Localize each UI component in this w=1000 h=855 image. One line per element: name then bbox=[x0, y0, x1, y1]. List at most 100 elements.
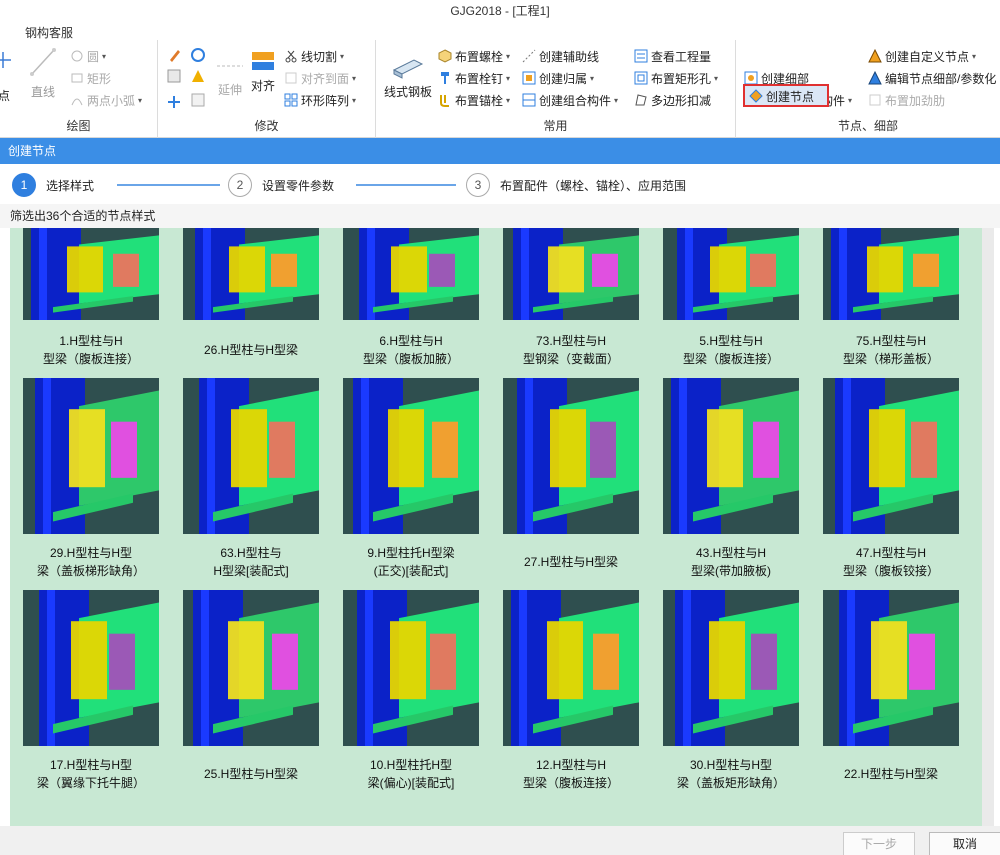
node-caption: 73.H型柱与H 型钢梁（变截面） bbox=[496, 332, 646, 368]
node-thumbnail[interactable] bbox=[183, 228, 319, 320]
node-thumbnail[interactable] bbox=[663, 228, 799, 320]
node-thumbnail[interactable] bbox=[183, 590, 319, 746]
node-caption: 6.H型柱与H 型梁（腹板加腋） bbox=[336, 332, 486, 368]
next-button[interactable]: 下一步 bbox=[843, 832, 915, 855]
line-icon bbox=[30, 48, 56, 76]
node-thumbnail[interactable] bbox=[343, 378, 479, 534]
create-node-label: 创建节点 bbox=[766, 89, 815, 104]
gallery-scrollbar[interactable] bbox=[982, 228, 994, 826]
node-thumbnail[interactable] bbox=[343, 590, 479, 746]
two-point-arc-button[interactable]: 两点小弧 ▾ bbox=[70, 90, 142, 110]
chevron-down-icon: ▾ bbox=[590, 73, 595, 83]
align-icon bbox=[252, 52, 274, 70]
menu-bar: 钢构客服 bbox=[0, 22, 1000, 40]
group-icon bbox=[522, 71, 536, 85]
chevron-down-icon: ▾ bbox=[340, 51, 345, 61]
node-thumbnail[interactable] bbox=[823, 590, 959, 746]
node-thumbnail[interactable] bbox=[503, 378, 639, 534]
ring-array-label: 环形阵列 bbox=[301, 93, 350, 108]
modify-tools-icon bbox=[167, 48, 205, 108]
chevron-down-icon: ▾ bbox=[848, 95, 853, 105]
step-connector bbox=[356, 184, 456, 186]
quantity-icon bbox=[634, 49, 648, 63]
create-group-button[interactable]: 创建归属 ▾ bbox=[522, 68, 594, 88]
node-thumbnail[interactable] bbox=[503, 590, 639, 746]
edit-node-icon bbox=[868, 71, 882, 85]
node-caption-line1: 29.H型柱与H型 bbox=[49, 546, 132, 560]
step-1-number: 1 bbox=[12, 173, 36, 197]
node-caption-line1: 30.H型柱与H型 bbox=[689, 758, 772, 772]
place-anchor-button[interactable]: 布置锚栓 ▾ bbox=[438, 90, 510, 110]
rect-hole-icon bbox=[634, 71, 648, 85]
create-node-content: 创建节点 bbox=[749, 86, 814, 106]
chevron-down-icon: ▾ bbox=[506, 73, 511, 83]
node-caption-line2: 型梁（梯形盖板） bbox=[842, 352, 939, 366]
detail-icon bbox=[744, 71, 758, 85]
align-button[interactable]: 对齐 bbox=[246, 48, 280, 94]
chevron-down-icon: ▾ bbox=[506, 95, 511, 105]
node-thumbnail[interactable] bbox=[23, 378, 159, 534]
point-label: 点 bbox=[0, 89, 10, 103]
rect-hole-label: 布置矩形孔 bbox=[651, 71, 712, 86]
place-stud-button[interactable]: 布置栓钉 ▾ bbox=[438, 68, 510, 88]
node-thumbnail[interactable] bbox=[503, 228, 639, 320]
rect-label: 矩形 bbox=[87, 71, 112, 86]
node-thumbnail[interactable] bbox=[183, 378, 319, 534]
place-stiffener-button[interactable]: 布置加劲肋 bbox=[868, 90, 945, 110]
node-thumbnail[interactable] bbox=[663, 378, 799, 534]
create-aux-line-button[interactable]: 创建辅助线 bbox=[522, 46, 599, 66]
node-gallery: 1.H型柱与H 型梁（腹板连接） 26.H型柱与H型梁 6.H型柱与H 型梁（腹板加腋）… bbox=[10, 228, 994, 826]
line-steel-plate-button[interactable]: 线式钢板 bbox=[380, 52, 436, 100]
create-custom-node-button[interactable]: 创建自定义节点 ▾ bbox=[868, 46, 976, 66]
create-node-button[interactable]: 创建节点 bbox=[743, 84, 829, 107]
node-thumbnail[interactable] bbox=[823, 228, 959, 320]
line-cut-button[interactable]: 线切割 ▾ bbox=[284, 46, 344, 66]
chevron-down-icon: ▾ bbox=[714, 73, 719, 83]
check-quantity-button[interactable]: 查看工程量 bbox=[634, 46, 711, 66]
circle-button[interactable]: 圆 ▾ bbox=[70, 46, 106, 66]
node-thumbnail[interactable] bbox=[343, 228, 479, 320]
step-3-number: 3 bbox=[466, 173, 490, 197]
node-caption-line2: (正交)[装配式] bbox=[373, 564, 449, 578]
create-custom-node-label: 创建自定义节点 bbox=[885, 49, 970, 64]
menu-tab-customer-service[interactable]: 钢构客服 bbox=[25, 24, 73, 41]
node-caption-line1: 22.H型柱与H型梁 bbox=[843, 767, 938, 781]
create-assembly-button[interactable]: 创建组合构件 ▾ bbox=[522, 90, 618, 110]
align-to-face-button[interactable]: 对齐到面 ▾ bbox=[284, 68, 356, 88]
extend-button[interactable]: 延伸 bbox=[210, 54, 250, 98]
point-button[interactable]: 点 bbox=[0, 48, 14, 104]
check-quantity-label: 查看工程量 bbox=[651, 49, 712, 64]
dialog-title: 创建节点 bbox=[0, 138, 1000, 164]
place-bolt-button[interactable]: 布置螺栓 ▾ bbox=[438, 46, 510, 66]
ring-array-button[interactable]: 环形阵列 ▾ bbox=[284, 90, 356, 110]
node-thumbnail[interactable] bbox=[663, 590, 799, 746]
node-caption: 22.H型柱与H型梁 bbox=[816, 765, 966, 783]
node-caption-line1: 73.H型柱与H bbox=[535, 334, 606, 348]
rect-hole-button[interactable]: 布置矩形孔 ▾ bbox=[634, 68, 718, 88]
step-2: 2 设置零件参数 bbox=[228, 173, 334, 197]
chevron-down-icon: ▾ bbox=[352, 95, 357, 105]
anchor-icon bbox=[440, 95, 449, 107]
align-face-icon bbox=[285, 72, 297, 84]
group-label-draw: 绘图 bbox=[66, 119, 91, 133]
create-aux-line-label: 创建辅助线 bbox=[539, 49, 600, 64]
bolt-icon bbox=[438, 49, 452, 63]
node-caption-line1: 75.H型柱与H bbox=[855, 334, 926, 348]
two-point-arc-label: 两点小弧 bbox=[87, 93, 136, 108]
node-thumbnail[interactable] bbox=[23, 228, 159, 320]
step-3-label: 布置配件（螺栓、锚栓）、应用范围 bbox=[500, 178, 687, 193]
line-button[interactable]: 直线 bbox=[28, 46, 58, 100]
window-title: GJG2018 - [工程1] bbox=[0, 0, 1000, 22]
node-thumbnail[interactable] bbox=[823, 378, 959, 534]
polygon-cut-button[interactable]: 多边形扣减 bbox=[634, 90, 711, 110]
array-icon bbox=[284, 93, 298, 107]
node-thumbnail[interactable] bbox=[23, 590, 159, 746]
steel-plate-icon bbox=[392, 59, 424, 79]
place-stud-label: 布置栓钉 bbox=[455, 71, 504, 86]
chevron-down-icon: ▾ bbox=[972, 51, 977, 61]
edit-node-detail-button[interactable]: 编辑节点细部/参数化 bbox=[868, 68, 996, 88]
rect-button[interactable]: 矩形 bbox=[70, 68, 111, 88]
node-caption: 12.H型柱与H 型梁（腹板连接） bbox=[496, 756, 646, 792]
cancel-button[interactable]: 取消 bbox=[929, 832, 1000, 855]
node-caption: 5.H型柱与H 型梁（腹板连接） bbox=[656, 332, 806, 368]
